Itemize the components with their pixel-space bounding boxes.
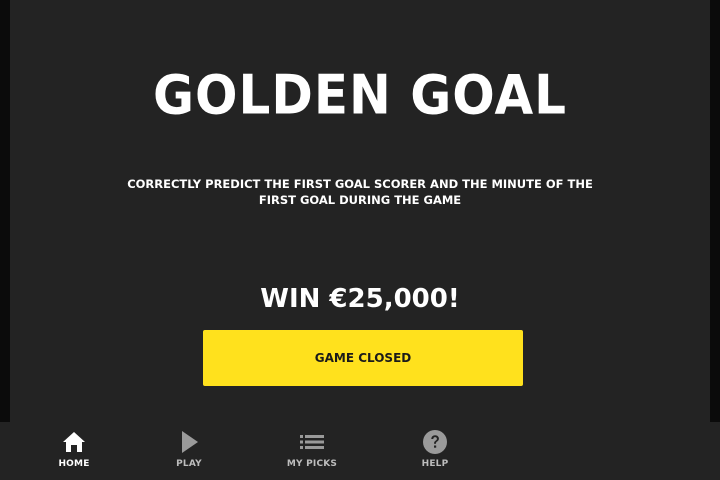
help-icon xyxy=(421,429,449,455)
bottom-nav: HOME PLAY MY PICKS HELP xyxy=(0,422,720,480)
nav-label-help: HELP xyxy=(421,459,449,469)
game-closed-button-label: GAME CLOSED xyxy=(314,351,412,365)
prize-text: WIN €25,000! xyxy=(260,284,460,314)
game-panel: GOLDEN GOAL CORRECTLY PREDICT THE FIRST … xyxy=(10,0,710,480)
play-icon xyxy=(175,429,203,455)
nav-item-help[interactable]: HELP xyxy=(395,422,475,480)
game-description: CORRECTLY PREDICT THE FIRST GOAL SCORER … xyxy=(127,177,593,207)
list-icon xyxy=(298,429,326,455)
game-title: GOLDEN GOAL xyxy=(152,63,568,127)
nav-label-play: PLAY xyxy=(176,459,202,469)
nav-label-home: HOME xyxy=(58,459,90,469)
game-closed-button[interactable]: GAME CLOSED xyxy=(203,330,523,386)
nav-item-play[interactable]: PLAY xyxy=(149,422,229,480)
nav-label-my-picks: MY PICKS xyxy=(286,459,338,469)
nav-item-my-picks[interactable]: MY PICKS xyxy=(272,422,352,480)
nav-item-home[interactable]: HOME xyxy=(34,422,114,480)
home-icon xyxy=(60,429,88,455)
